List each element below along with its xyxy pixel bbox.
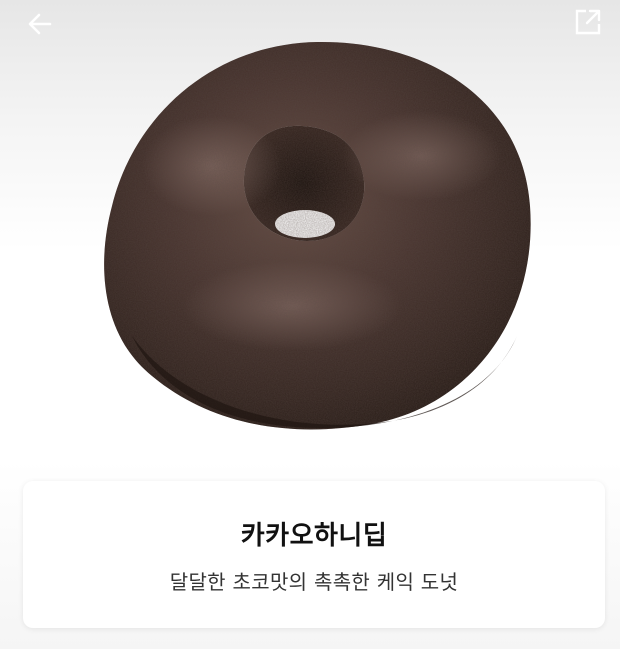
arrow-left-icon [28,13,52,35]
share-button[interactable] [570,4,606,40]
product-name: 카카오하니딥 [240,521,388,551]
product-image [92,36,542,436]
external-share-icon [575,9,601,35]
product-info-card: 카카오하니딥 달달한 초코맛의 촉촉한 케익 도넛 [23,481,605,628]
back-button[interactable] [22,6,58,42]
product-description: 달달한 초코맛의 촉촉한 케익 도넛 [169,570,459,594]
chocolate-donut-image [104,41,531,430]
